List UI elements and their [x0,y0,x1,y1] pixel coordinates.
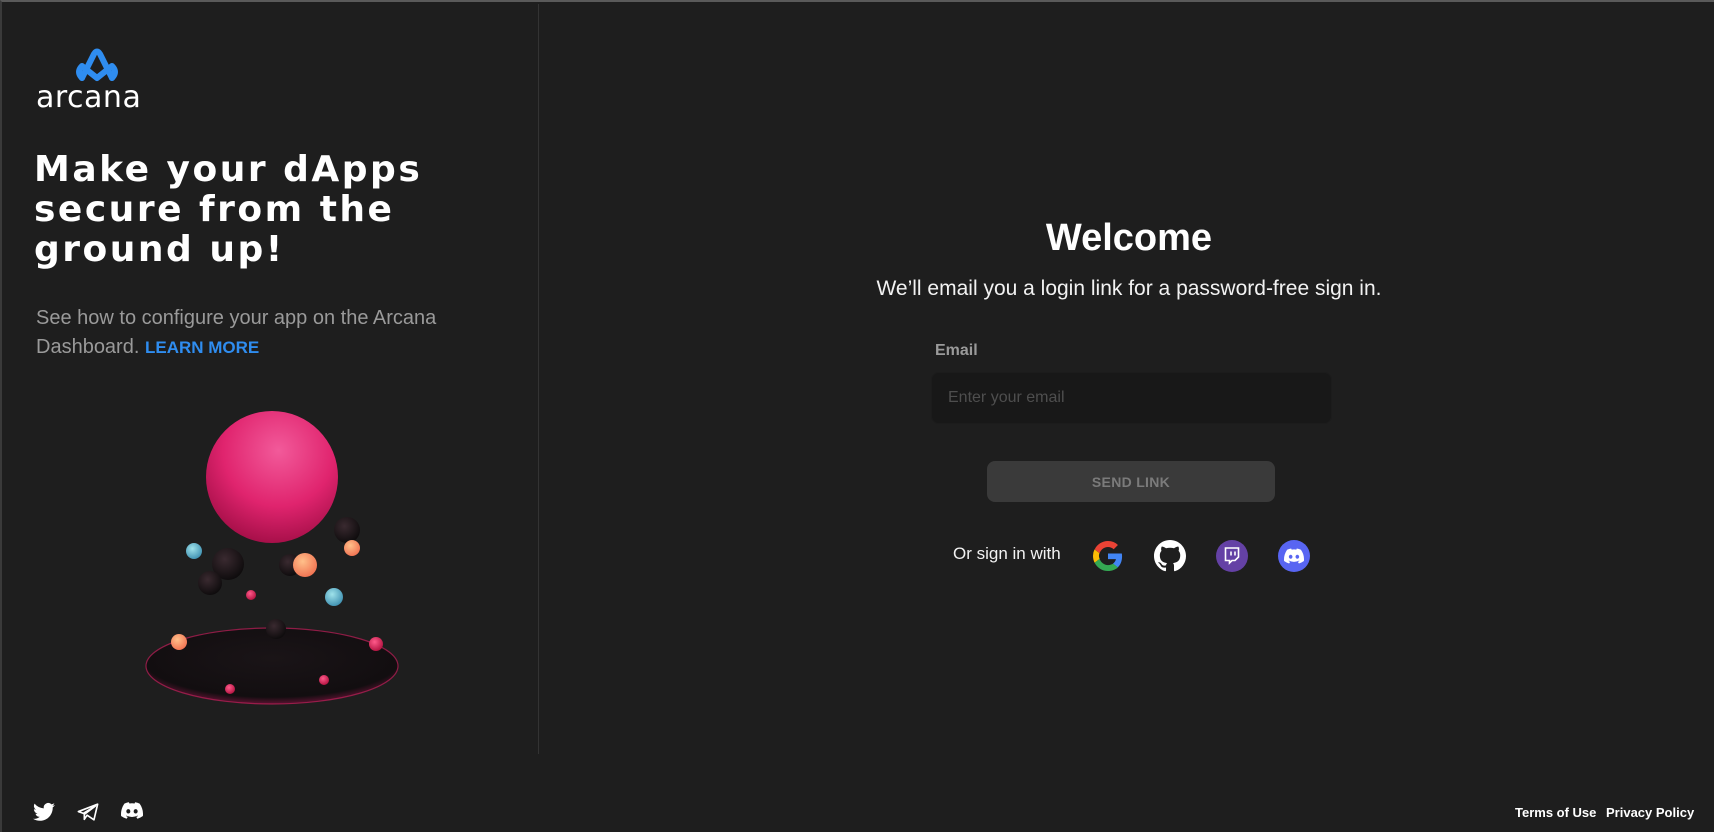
app-window: arcana Make your dApps secure from the g… [0,0,1714,832]
privacy-policy-link[interactable]: Privacy Policy [1606,805,1694,820]
welcome-subtitle: We’ll email you a login link for a passw… [876,277,1382,300]
email-label: Email [935,342,978,359]
footer-twitter-link[interactable] [33,802,55,824]
email-input[interactable] [931,372,1332,424]
footer-discord-link[interactable] [121,802,144,824]
github-icon [1154,540,1186,572]
hero-headline: Make your dApps secure from the ground u… [34,149,423,270]
github-signin-button[interactable] [1154,540,1186,572]
hero-subtext: See how to configure your app on the Arc… [36,304,496,362]
twitch-signin-button[interactable] [1216,540,1248,572]
telegram-icon [77,803,99,821]
google-signin-button[interactable] [1092,540,1124,572]
footer-telegram-link[interactable] [77,802,99,824]
discord-signin-button[interactable] [1278,540,1310,572]
twitter-icon [33,802,55,821]
discord-icon [1284,548,1304,564]
arcana-logo: arcana [36,46,160,116]
logo-wordmark: arcana [36,80,142,115]
welcome-title: Welcome [1045,217,1213,259]
learn-more-link[interactable]: LEARN MORE [145,338,259,357]
send-link-button[interactable]: SEND LINK [987,461,1275,502]
terms-of-use-link[interactable]: Terms of Use [1515,805,1596,820]
discord-icon [121,802,144,819]
or-sign-in-label: Or sign in with [953,544,1061,563]
hero-illustration [145,411,399,705]
twitch-icon [1224,547,1240,565]
left-panel: arcana Make your dApps secure from the g… [4,4,539,754]
google-icon [1093,541,1123,571]
